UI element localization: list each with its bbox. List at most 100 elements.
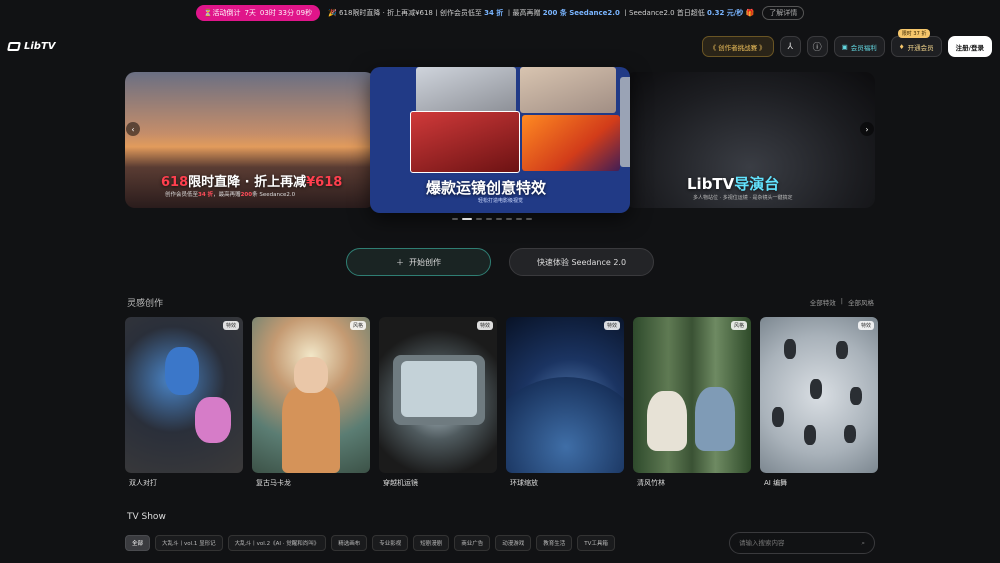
logo[interactable]: LibTV (7, 41, 56, 52)
start-create-button[interactable]: ＋ 开始创作 (346, 248, 491, 276)
sub-618-a: 创作会员低至 (165, 192, 199, 198)
carousel-dot[interactable] (496, 218, 502, 220)
help-button[interactable]: ⓘ (806, 36, 828, 57)
carousel-dot-active[interactable] (462, 218, 472, 220)
slide-image-portrait (410, 111, 520, 173)
carousel-dot[interactable] (506, 218, 512, 220)
carousel-dot[interactable] (452, 218, 458, 220)
start-create-label: 开始创作 (409, 257, 441, 267)
slide-image-gamepad (522, 115, 620, 171)
director-caption-white: LibTV (687, 175, 735, 193)
filter-chip[interactable]: 动漫游戏 (495, 535, 532, 551)
promo-message[interactable]: 🎉 618限时直降 · 折上再减¥618丨创作会员低至 34 折 丨最高再赠 2… (328, 8, 754, 18)
plus-icon: ＋ (396, 257, 404, 267)
search-input[interactable] (739, 539, 849, 547)
vip-label: 开通会员 (907, 43, 934, 52)
member-benefits-button[interactable]: ▣ 会员福利 (833, 36, 885, 57)
card-title: AI 编舞 (764, 479, 788, 487)
filter-chip[interactable]: 商业广告 (454, 535, 491, 551)
inspiration-card[interactable]: 风格 清风竹林 (633, 317, 751, 488)
caption-618: 618 (161, 175, 189, 190)
gift-icon: 🎁 (745, 9, 755, 17)
carousel-dot[interactable] (526, 218, 532, 220)
all-effects-link[interactable]: 全部特效 (810, 297, 836, 307)
try-seedance-button[interactable]: 快速体验 Seedance 2.0 (509, 248, 654, 276)
card-tag: 特效 (476, 321, 493, 330)
search-icon[interactable]: ⌕ (861, 539, 865, 548)
slide-image-side (620, 77, 630, 167)
card-tag: 特效 (603, 321, 620, 330)
card-tag: 风格 (730, 321, 747, 330)
slide-effects-caption: 爆款运镜创意特效 (426, 179, 547, 197)
filter-chip[interactable]: 大乱斗丨vol.2《AI · 觉醒和尚叫》 (227, 535, 327, 551)
card-title: 穿越机运镜 (383, 479, 418, 487)
card-tag: 风格 (349, 321, 366, 330)
countdown-label: ⏳活动倒计 (203, 9, 241, 17)
login-button[interactable]: 注册/登录 (947, 36, 992, 57)
caption-618-price: ¥618 (306, 175, 343, 190)
card-title: 双人对打 (129, 479, 157, 487)
countdown-pill[interactable]: ⏳活动倒计 7天 03时 33分 09秒 (195, 5, 321, 21)
inspiration-cards: 特效 双人对打 风格 复古马卡龙 特效 穿越机运镜 特效 环球缩放 风格 清风竹… (125, 317, 878, 488)
logo-text: LibTV (24, 41, 56, 52)
countdown-time: 03时 33分 09秒 (259, 9, 313, 17)
card-tag: 特效 (857, 321, 874, 330)
promo-text-1: 🎉 618限时直降 · 折上再减¥618丨创作会员低至 (328, 9, 482, 17)
inspiration-links: 全部特效 | 全部风格 (810, 297, 874, 307)
slide-image-model (520, 67, 616, 113)
filter-chip[interactable]: 短剧漫剧 (413, 535, 450, 551)
carousel-dot[interactable] (516, 218, 522, 220)
lambda-icon: ⅄ (787, 41, 793, 52)
filter-chip[interactable]: 精选画布 (331, 535, 368, 551)
carousel-slide-effects[interactable]: 爆款运镜创意特效 轻松打造电影级视觉 (370, 67, 630, 213)
inspiration-card[interactable]: 特效 环球缩放 (506, 317, 624, 488)
filter-chip[interactable]: TV工具箱 (577, 535, 615, 551)
logo-icon (7, 42, 21, 51)
sub-618-hl2: 200 (240, 192, 253, 198)
inspiration-card[interactable]: 特效 穿越机运镜 (379, 317, 497, 488)
theme-toggle-button[interactable]: ⅄ (779, 36, 801, 57)
tvshow-filter-chips: 全部 大乱斗丨vol.1 显形记 大乱斗丨vol.2《AI · 觉醒和尚叫》 精… (125, 535, 615, 551)
member-benefits-label: 会员福利 (850, 43, 877, 52)
inspiration-card[interactable]: 特效 AI 编舞 (760, 317, 878, 488)
slide-image-fashion (416, 67, 516, 113)
filter-chip[interactable]: 大乱斗丨vol.1 显形记 (155, 535, 223, 551)
inspiration-title: 灵感创作 (127, 299, 164, 309)
card-thumbnail: 特效 (379, 317, 497, 473)
hero-carousel: 618限时直降 · 折上再减¥618 创作会员低至34 折，最高再赠200条 S… (0, 66, 1000, 226)
carousel-dot[interactable] (486, 218, 492, 220)
carousel-dot[interactable] (476, 218, 482, 220)
slide-effects-subtitle: 轻松打造电影级视觉 (478, 198, 524, 204)
card-title: 清风竹林 (637, 479, 665, 487)
vip-button[interactable]: 限时 37 折 ♦ 开通会员 (890, 29, 942, 57)
carousel-slide-director[interactable]: LibTV导演台 多人物站位 · 多视位运镜 · 是杂镜头一键搞定 (625, 72, 875, 208)
carousel-slide-618[interactable]: 618限时直降 · 折上再减¥618 创作会员低至34 折，最高再赠200条 S… (125, 72, 375, 208)
vip-discount-badge: 限时 37 折 (897, 29, 931, 38)
inspiration-card[interactable]: 风格 复古马卡龙 (252, 317, 370, 488)
gift-box-icon: ▣ (841, 42, 848, 51)
slide-618-caption: 618限时直降 · 折上再减¥618 (161, 171, 342, 190)
diamond-icon: ♦ (898, 42, 905, 51)
tvshow-search: ⌕ (729, 532, 875, 554)
promo-highlight-2: 200 条 Seedance2.0 (542, 9, 620, 17)
slide-director-caption: LibTV导演台 (687, 173, 779, 194)
card-thumbnail: 特效 (760, 317, 878, 473)
filter-chip[interactable]: 教育生活 (536, 535, 573, 551)
countdown-days: 7天 (244, 9, 256, 17)
inspiration-card[interactable]: 特效 双人对打 (125, 317, 243, 488)
chevron-right-icon: › (865, 124, 869, 134)
filter-chip-all[interactable]: 全部 (125, 535, 151, 551)
promo-banner: ⏳活动倒计 7天 03时 33分 09秒 🎉 618限时直降 · 折上再减¥61… (0, 0, 1000, 26)
promo-more-button[interactable]: 了解详情 (762, 6, 805, 20)
slide-director-subtitle: 多人物站位 · 多视位运镜 · 是杂镜头一键搞定 (693, 195, 793, 201)
card-title: 复古马卡龙 (256, 479, 291, 487)
all-styles-link[interactable]: 全部风格 (848, 297, 874, 307)
carousel-next-button[interactable]: › (860, 122, 874, 136)
promo-text-2: 丨最高再赠 (505, 9, 541, 17)
creator-contest-button[interactable]: 《 创作者挑战赛 》 (701, 36, 774, 57)
card-thumbnail: 特效 (125, 317, 243, 473)
director-caption-cyan: 导演台 (734, 175, 780, 193)
card-thumbnail: 风格 (252, 317, 370, 473)
filter-chip[interactable]: 专业影视 (372, 535, 409, 551)
carousel-prev-button[interactable]: ‹ (126, 122, 140, 136)
